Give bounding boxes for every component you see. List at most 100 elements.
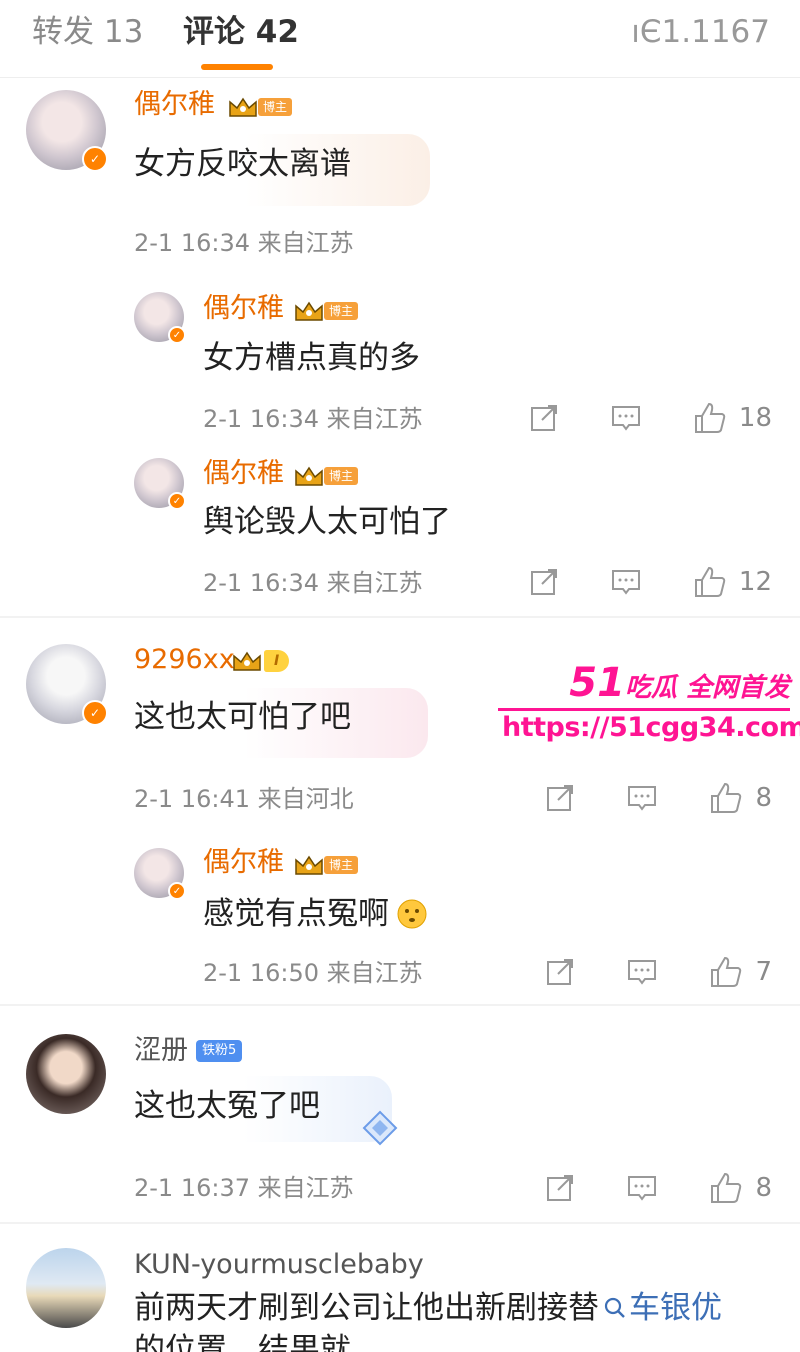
verified-icon: ✓	[82, 146, 108, 172]
tab-bar: 转发 13 评论 42 ıЄ1.1167	[0, 0, 800, 78]
repost-button[interactable]	[529, 567, 559, 597]
username[interactable]: 偶尔稚	[203, 292, 284, 326]
diamond-icon	[362, 1110, 398, 1146]
watermark-line	[498, 708, 790, 711]
comment-button[interactable]	[611, 403, 641, 433]
blogger-badge: 博主	[324, 856, 359, 874]
like-button[interactable]: 18	[693, 401, 772, 435]
like-icon	[711, 1172, 742, 1203]
tab-comments[interactable]: 评论 42	[183, 12, 299, 52]
like-count: 7	[755, 957, 772, 987]
username[interactable]: 9296xx	[134, 643, 235, 677]
divider	[0, 616, 800, 618]
comment-actions: 8	[545, 780, 772, 816]
like-count: 8	[755, 783, 772, 813]
username[interactable]: KUN-yourmusclebaby	[134, 1248, 424, 1282]
comment-icon	[628, 1176, 657, 1201]
repost-icon	[547, 959, 574, 985]
blogger-badge: 博主	[324, 302, 359, 320]
repost-button[interactable]	[545, 1173, 575, 1203]
comment-text-line1: 前两天才刷到公司让他出新剧接替 车银优	[134, 1288, 722, 1328]
fan-badge: 铁粉5	[196, 1040, 243, 1062]
blogger-badge: 博主	[258, 98, 293, 116]
repost-icon	[547, 1175, 574, 1201]
divider	[0, 1004, 800, 1006]
tab-repost[interactable]: 转发 13	[32, 12, 143, 52]
crown-icon	[295, 855, 323, 875]
watermark-tagline: 51吃瓜 全网首发	[569, 660, 790, 706]
avatar[interactable]: ✓	[134, 458, 186, 510]
divider	[0, 1222, 800, 1224]
username[interactable]: 偶尔稚	[134, 88, 215, 122]
comment-meta: 2-1 16:41 来自河北	[134, 785, 354, 813]
comment-text: 这也太可怕了吧	[134, 699, 351, 735]
username[interactable]: 涩册	[134, 1034, 188, 1068]
comment-icon	[611, 570, 640, 595]
comment-icon	[628, 786, 657, 811]
comment-icon	[611, 406, 640, 431]
tab-active-indicator	[201, 64, 273, 70]
level-badge: I	[264, 650, 290, 672]
like-count: 12	[738, 567, 772, 597]
verified-icon: ✓	[168, 492, 186, 510]
comment-button[interactable]	[627, 783, 657, 813]
tab-likes-count[interactable]: ıЄ1.1167	[631, 14, 770, 50]
watermark-text: 吃瓜 全网首发	[624, 673, 790, 703]
verified-icon: ✓	[168, 882, 186, 900]
repost-button[interactable]	[545, 783, 575, 813]
comment-actions: 7	[545, 954, 772, 990]
blogger-badge: 博主	[324, 467, 359, 485]
like-icon	[694, 402, 726, 433]
search-keyword[interactable]: 车银优	[629, 1290, 722, 1326]
username[interactable]: 偶尔稚	[203, 457, 284, 491]
crown-icon	[233, 651, 261, 671]
avatar[interactable]: ✓	[26, 644, 108, 726]
avatar[interactable]: ✓	[26, 90, 108, 172]
comment-text: 前两天才刷到公司让他出新剧接替	[134, 1290, 599, 1326]
comment-meta: 2-1 16:34 来自江苏	[134, 229, 354, 257]
comment-meta: 2-1 16:34 来自江苏	[203, 569, 423, 597]
verified-icon: ✓	[168, 326, 186, 344]
comment-button[interactable]	[627, 957, 657, 987]
crown-icon	[295, 466, 323, 486]
verified-icon: ✓	[82, 700, 108, 726]
avatar[interactable]: ✓	[134, 848, 186, 900]
comment-button[interactable]	[611, 567, 641, 597]
comment-meta: 2-1 16:37 来自江苏	[134, 1174, 354, 1202]
comment-meta: 2-1 16:50 来自江苏	[203, 959, 423, 987]
like-button[interactable]: 8	[709, 1171, 772, 1205]
like-button[interactable]: 12	[693, 565, 772, 599]
search-icon	[604, 1297, 625, 1318]
emoji-icon	[397, 899, 427, 929]
repost-icon	[547, 785, 574, 811]
avatar[interactable]: ✓	[134, 292, 186, 344]
repost-button[interactable]	[529, 403, 559, 433]
comment-text: 女方反咬太离谱	[134, 146, 351, 182]
comment-button[interactable]	[627, 1173, 657, 1203]
like-button[interactable]: 8	[709, 781, 772, 815]
like-count: 8	[755, 1173, 772, 1203]
comment-actions: 12	[529, 564, 772, 600]
repost-icon	[530, 405, 557, 431]
search-link[interactable]: 车银优	[599, 1290, 722, 1326]
comment-text: 这也太冤了吧	[134, 1088, 320, 1124]
avatar[interactable]	[26, 1248, 106, 1328]
like-button[interactable]: 7	[709, 955, 772, 989]
comment-actions: 18	[529, 400, 772, 436]
crown-icon	[295, 301, 323, 321]
avatar[interactable]	[26, 1034, 106, 1114]
username[interactable]: 偶尔稚	[203, 846, 284, 880]
comment-text: 感觉有点冤啊	[203, 896, 389, 932]
repost-button[interactable]	[545, 957, 575, 987]
comment-icon	[628, 960, 657, 985]
watermark-number: 51	[569, 660, 625, 706]
watermark-url: https://51cgg34.com	[502, 712, 800, 743]
like-icon	[694, 566, 726, 597]
comment-text: 女方槽点真的多	[203, 340, 420, 376]
watermark: 51吃瓜 全网首发 https://51cgg34.com	[498, 660, 800, 750]
comment-actions: 8	[545, 1170, 772, 1206]
comment-meta: 2-1 16:34 来自江苏	[203, 405, 423, 433]
repost-icon	[530, 569, 557, 595]
like-count: 18	[738, 403, 772, 433]
like-icon	[711, 782, 742, 813]
